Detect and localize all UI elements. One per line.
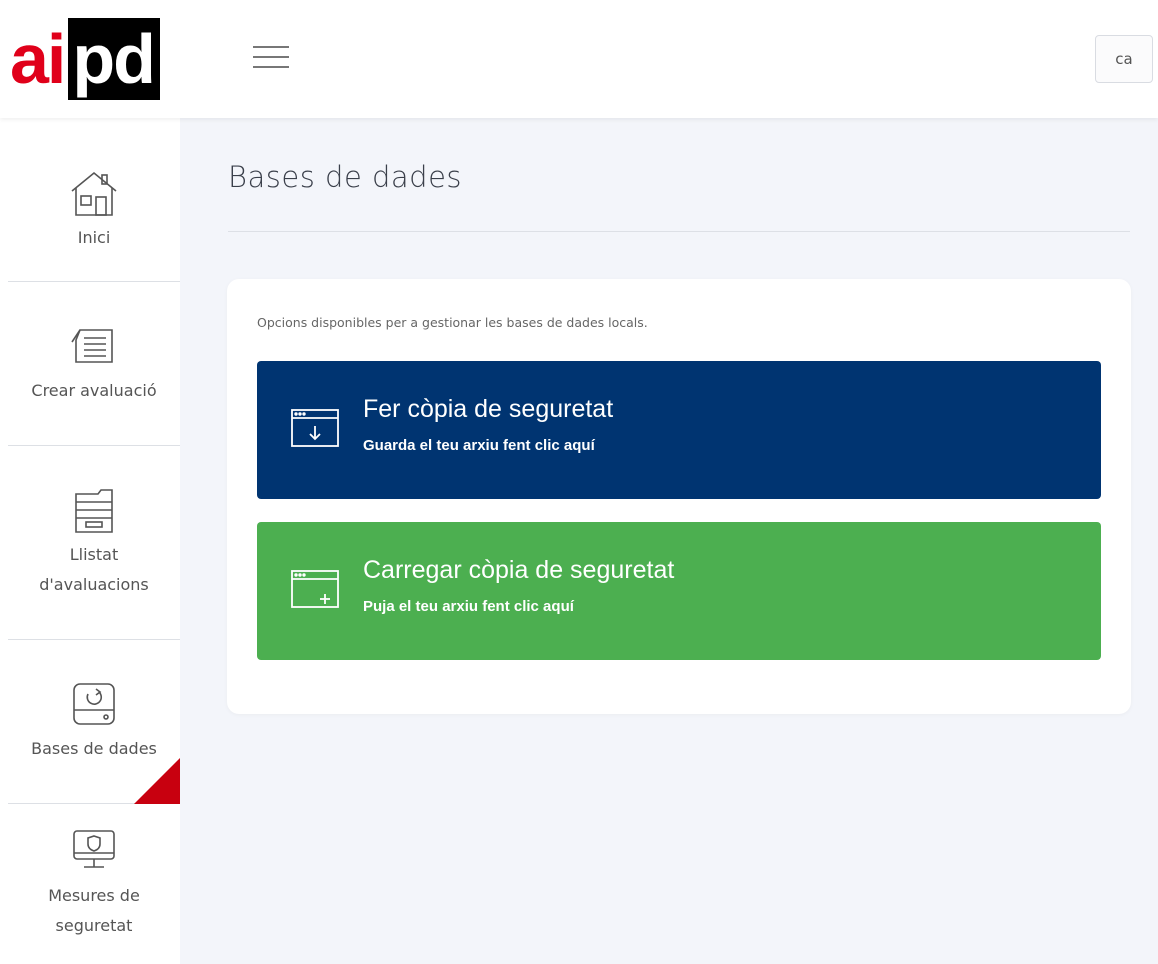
title-divider	[228, 231, 1130, 232]
backup-button[interactable]: Fer còpia de seguretat Guarda el teu arx…	[257, 361, 1101, 499]
logo-black-text: pd	[68, 18, 160, 100]
restore-subtitle: Puja el teu arxiu fent clic aquí	[363, 598, 574, 615]
language-selector-button[interactable]: ca	[1095, 35, 1153, 83]
restore-button[interactable]: Carregar còpia de seguretat Puja el teu …	[257, 522, 1101, 660]
house-icon	[71, 171, 117, 216]
backup-title: Fer còpia de seguretat	[363, 395, 614, 423]
sidebar-item-llistat-avaluacions[interactable]: Llistat d'avaluacions	[8, 446, 180, 640]
aipd-logo[interactable]: ai pd	[6, 18, 188, 100]
sidebar-item-label: Mesures de seguretat	[48, 886, 140, 935]
document-list-icon	[71, 328, 113, 363]
backup-subtitle: Guarda el teu arxiu fent clic aquí	[363, 437, 595, 454]
sidebar: Inici Crear avaluació Llistat d'avaluaci…	[0, 118, 180, 964]
sidebar-item-crear-avaluacio[interactable]: Crear avaluació	[8, 282, 180, 446]
logo-red-text: ai	[10, 20, 66, 98]
sidebar-item-mesures-seguretat[interactable]: Mesures de seguretat	[8, 804, 180, 964]
card-description: Opcions disponibles per a gestionar les …	[257, 315, 648, 330]
sidebar-item-label: Inici	[77, 227, 111, 247]
sidebar-item-label: Crear avaluació	[31, 380, 157, 400]
page-title: Bases de dades	[228, 160, 463, 194]
monitor-shield-icon	[73, 830, 115, 868]
window-add-icon	[291, 570, 339, 608]
sidebar-item-inici[interactable]: Inici	[8, 140, 180, 282]
menu-toggle-button[interactable]	[253, 44, 289, 70]
archive-drawer-icon	[75, 488, 113, 533]
sidebar-item-label: Llistat d'avaluacions	[39, 544, 149, 594]
window-download-icon	[291, 409, 339, 447]
active-indicator	[134, 758, 180, 804]
database-options-card: Opcions disponibles per a gestionar les …	[227, 279, 1131, 714]
restore-title: Carregar còpia de seguretat	[363, 556, 675, 584]
top-header: ai pd ca	[0, 0, 1158, 118]
database-sync-icon	[73, 682, 115, 725]
